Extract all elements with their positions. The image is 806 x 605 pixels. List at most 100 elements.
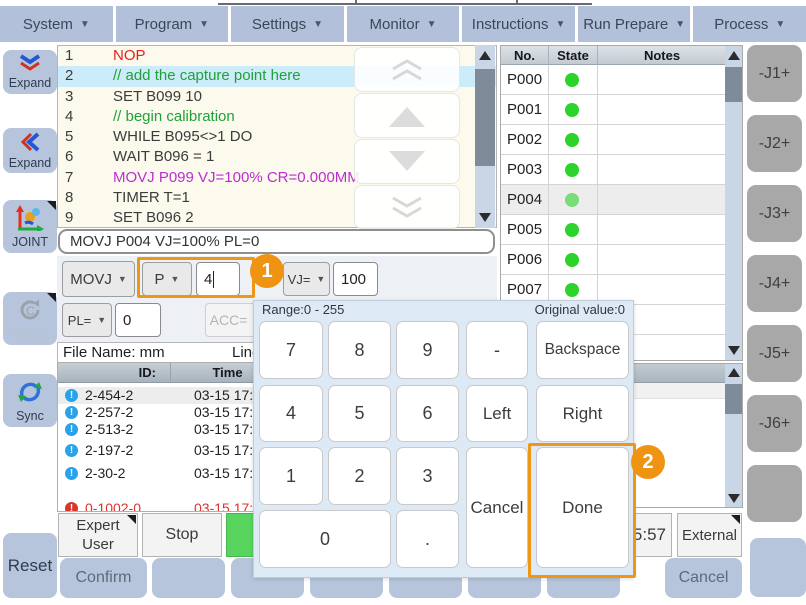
point-number: P002: [507, 125, 542, 154]
jog-button-label: -J1+: [759, 65, 791, 83]
chevron-down-icon: ▼: [427, 19, 437, 30]
monitor-scrollbar-thumb[interactable]: [725, 384, 742, 414]
jog-button-j6[interactable]: -J6+: [747, 395, 802, 452]
instruction-preview-field[interactable]: MOVJ P004 VJ=100% PL=0: [58, 229, 495, 254]
points-scrollbar-thumb[interactable]: [725, 67, 742, 102]
point-row[interactable]: P001: [501, 95, 726, 125]
confirm-button[interactable]: Confirm: [60, 558, 147, 598]
line-text: SET B099 10: [91, 87, 202, 107]
log-id: 2-454-2: [85, 387, 133, 404]
line-number: 9: [58, 208, 91, 228]
key-7[interactable]: 7: [259, 321, 323, 379]
menu-tab-run-prepare[interactable]: Run Prepare▼: [578, 6, 691, 42]
jog-button-j5[interactable]: -J5+: [747, 325, 802, 382]
menu-tab-label: Monitor: [370, 16, 420, 33]
jog-button-j4[interactable]: -J4+: [747, 255, 802, 312]
key-right[interactable]: Right: [536, 385, 629, 442]
vj-value-input[interactable]: 100: [333, 262, 378, 296]
menu-tab-label: Run Prepare: [583, 16, 668, 33]
points-scrollbar[interactable]: [725, 46, 742, 360]
point-row[interactable]: P006: [501, 245, 726, 275]
joint-button-label: JOINT: [12, 235, 48, 249]
scroll-to-bottom-button[interactable]: [354, 185, 460, 229]
cycle-mode-button[interactable]: C Cycle: [3, 292, 57, 345]
menu-tab-settings[interactable]: Settings▼: [231, 6, 344, 42]
file-name-label: File Name: mm: [63, 344, 165, 361]
key-8[interactable]: 8: [328, 321, 391, 379]
sync-button[interactable]: Sync: [3, 374, 57, 427]
scroll-arrow-down-icon[interactable]: [725, 494, 742, 503]
callout-1-highlight-box: [137, 257, 255, 298]
stop-button[interactable]: Stop: [142, 513, 222, 557]
editor-scrollbar-thumb[interactable]: [475, 69, 495, 166]
robot-joint-icon: [15, 205, 45, 234]
scroll-up-button[interactable]: [354, 93, 460, 138]
point-row[interactable]: P005: [501, 215, 726, 245]
menu-tab-monitor[interactable]: Monitor ▼: [347, 6, 460, 42]
soft-key-blank[interactable]: [152, 558, 225, 598]
key-9[interactable]: 9: [396, 321, 459, 379]
scroll-arrow-down-icon[interactable]: [725, 346, 742, 355]
command-type-dropdown[interactable]: MOVJ▼: [62, 261, 135, 297]
line-text: WAIT B096 = 1: [91, 147, 214, 167]
callout-1-badge: 1: [250, 254, 284, 288]
expand-button-label: Expand: [9, 76, 51, 90]
key-2[interactable]: 2: [328, 447, 391, 505]
scroll-arrow-up-icon[interactable]: [475, 51, 495, 60]
pl-value-input[interactable]: 0: [115, 303, 161, 337]
scroll-arrow-up-icon[interactable]: [725, 51, 742, 60]
user-level-button[interactable]: Expert User: [58, 513, 138, 557]
menu-tab-process[interactable]: Process▼: [693, 6, 806, 42]
jog-blank-button[interactable]: [747, 465, 802, 522]
soft-key-blank[interactable]: [750, 538, 806, 597]
point-number: P001: [507, 95, 542, 124]
point-row[interactable]: P003: [501, 155, 726, 185]
pl-dropdown[interactable]: PL=▼: [62, 303, 112, 337]
scroll-arrow-up-icon[interactable]: [725, 368, 742, 377]
editor-scrollbar[interactable]: [475, 45, 495, 228]
key-dot[interactable]: .: [396, 510, 459, 568]
expand-left-button[interactable]: Expand: [3, 128, 57, 173]
key-0[interactable]: 0: [259, 510, 391, 568]
jog-button-j3[interactable]: -J3+: [747, 185, 802, 242]
monitor-scrollbar[interactable]: [725, 364, 742, 507]
key-1[interactable]: 1: [259, 447, 323, 505]
key-cancel[interactable]: Cancel: [466, 447, 528, 568]
points-state-header: State: [549, 46, 598, 65]
scroll-arrow-down-icon[interactable]: [475, 213, 495, 222]
scroll-to-top-button[interactable]: [354, 47, 460, 92]
key-5[interactable]: 5: [328, 385, 391, 442]
reset-button[interactable]: Reset: [3, 533, 57, 598]
scroll-down-button[interactable]: [354, 139, 460, 184]
key-4[interactable]: 4: [259, 385, 323, 442]
key-6[interactable]: 6: [396, 385, 459, 442]
joint-mode-button[interactable]: JOINT: [3, 200, 57, 253]
chevron-down-icon: ▼: [313, 19, 323, 30]
jog-button-j2[interactable]: -J2+: [747, 115, 802, 172]
point-row[interactable]: P004: [501, 185, 726, 215]
expand-down-button[interactable]: Expand: [3, 50, 57, 94]
key-backspace[interactable]: Backspace: [536, 321, 629, 379]
menu-tab-instructions[interactable]: Instructions▼: [462, 6, 575, 42]
menu-tab-label: Program: [135, 16, 193, 33]
menu-tab-label: Instructions: [472, 16, 549, 33]
state-dot-icon: [565, 133, 579, 147]
point-row[interactable]: P002: [501, 125, 726, 155]
key-3[interactable]: 3: [396, 447, 459, 505]
menu-tab-program[interactable]: Program ▼: [116, 6, 229, 42]
state-dot-icon: [565, 223, 579, 237]
vj-dropdown[interactable]: VJ=▼: [283, 262, 330, 296]
key-left[interactable]: Left: [466, 385, 528, 442]
external-mode-button[interactable]: External: [677, 513, 742, 557]
menu-tab-system[interactable]: System▼: [0, 6, 113, 42]
chevron-down-icon: ▼: [199, 19, 209, 30]
point-row[interactable]: P000: [501, 65, 726, 95]
cancel-button[interactable]: Cancel: [665, 558, 742, 598]
keypad-header: Range:0 - 255 Original value:0: [262, 302, 625, 319]
log-id: 2-197-2: [85, 442, 133, 459]
key-minus[interactable]: -: [466, 321, 528, 379]
state-dot-icon: [565, 103, 579, 117]
jog-button-j1[interactable]: -J1+: [747, 45, 802, 102]
double-chevron-left-icon: [19, 132, 41, 155]
jog-button-label: -J2+: [759, 135, 791, 153]
